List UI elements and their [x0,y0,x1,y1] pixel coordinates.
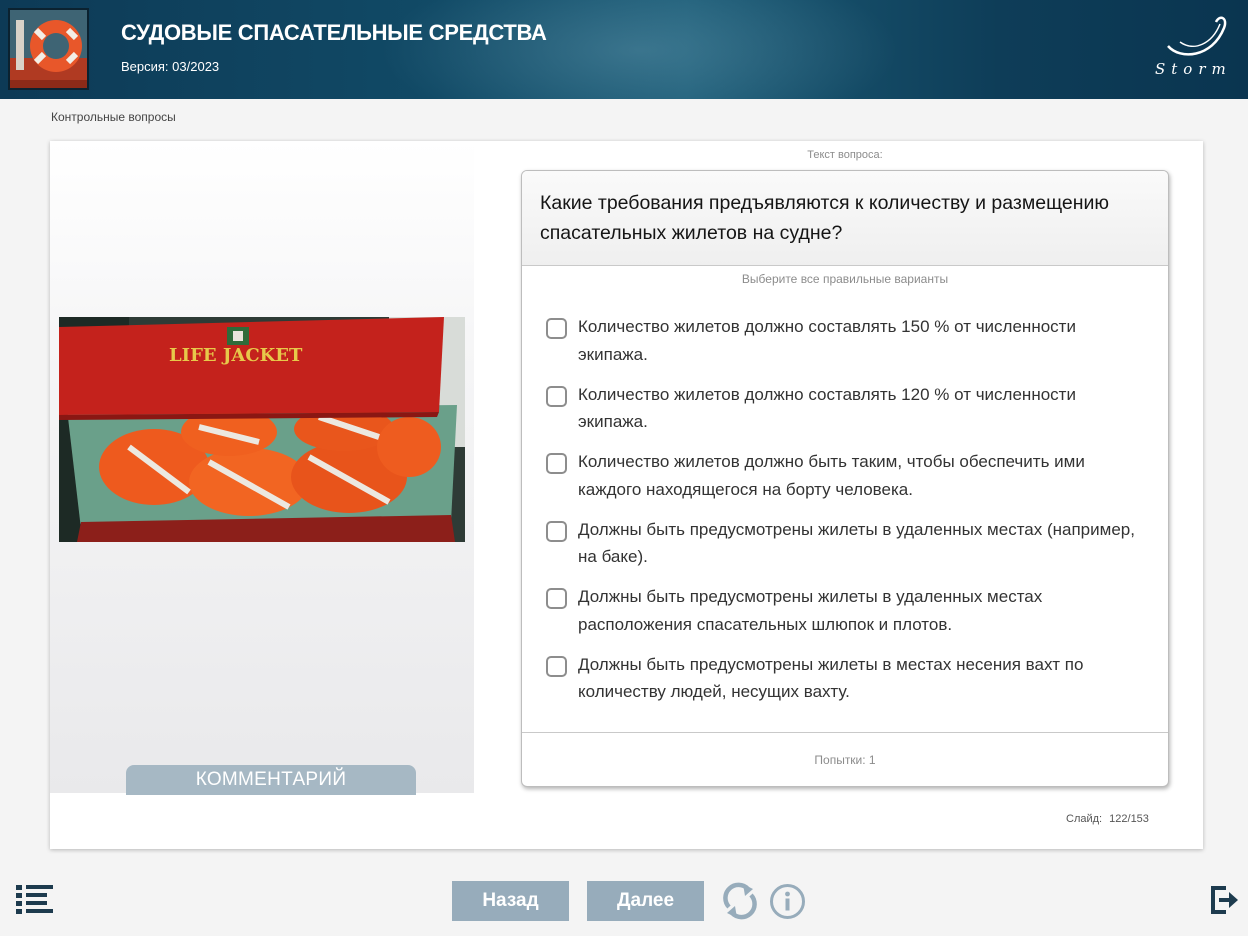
answer-option-label[interactable]: Должны быть предусмотрены жилеты в места… [578,651,1146,706]
answer-option[interactable]: Должны быть предусмотрены жилеты в удале… [546,516,1146,584]
answer-option[interactable]: Количество жилетов должно составлять 120… [546,381,1146,449]
course-logo-image [8,8,89,90]
header-glow [380,0,900,99]
answer-checkbox[interactable] [546,655,567,677]
answer-checkbox[interactable] [546,385,567,407]
answer-checkbox[interactable] [546,520,567,542]
answer-checkbox[interactable] [546,588,567,609]
slide-counter: Слайд: 122/153 [1066,813,1149,825]
answer-option-label[interactable]: Должны быть предусмотрены жилеты в удале… [578,516,1146,571]
answer-option[interactable]: Должны быть предусмотрены жилеты в удале… [546,583,1146,651]
course-title: СУДОВЫЕ СПАСАТЕЛЬНЫЕ СРЕДСТВА [121,20,547,45]
attempts-counter: Попытки: 1 [522,732,1168,786]
course-version: Версия: 03/2023 [121,59,220,74]
answer-checkbox[interactable] [546,453,567,474]
illustration-panel: LIFE JACKET КОММЕНТАРИЙ [50,141,474,795]
comment-button[interactable]: КОММЕНТАРИЙ [126,765,416,795]
question-card: Какие требования предъявляются к количес… [521,170,1169,787]
app-header: СУДОВЫЕ СПАСАТЕЛЬНЫЕ СРЕДСТВА Версия: 03… [0,0,1248,99]
answer-option-label[interactable]: Количество жилетов должно составлять 120… [578,381,1146,436]
life-jacket-box-photo: LIFE JACKET [59,317,465,542]
answer-option[interactable]: Количество жилетов должно составлять 150… [546,313,1146,381]
answer-option[interactable]: Должны быть предусмотрены жилеты в места… [546,651,1146,719]
answer-checkbox[interactable] [546,318,567,339]
breadcrumb: Контрольные вопросы [51,110,176,124]
answer-option[interactable]: Количество жилетов должно быть таким, чт… [546,448,1146,516]
answer-options: Количество жилетов должно составлять 150… [546,313,1146,718]
reload-icon[interactable] [721,881,759,921]
answer-option-label[interactable]: Должны быть предусмотрены жилеты в удале… [578,583,1146,638]
answer-option-label[interactable]: Количество жилетов должно быть таким, чт… [578,448,1146,503]
slide-panel: LIFE JACKET КОММЕНТАРИЙ Текст вопроса: К… [50,141,1203,849]
answer-option-label[interactable]: Количество жилетов должно составлять 150… [578,313,1146,368]
back-button[interactable]: Назад [452,881,569,921]
photo-lid-text: LIFE JACKET [169,345,303,366]
exit-icon[interactable] [1210,885,1240,915]
next-button[interactable]: Далее [587,881,704,921]
question-caption: Текст вопроса: [807,149,883,161]
storm-logo-text: Storm [1155,60,1232,78]
info-icon[interactable] [769,883,806,920]
question-text: Какие требования предъявляются к количес… [540,192,1110,244]
question-hint: Выберите все правильные варианты [741,272,949,286]
question-header: Какие требования предъявляются к количес… [522,171,1168,266]
menu-icon[interactable] [16,884,54,914]
